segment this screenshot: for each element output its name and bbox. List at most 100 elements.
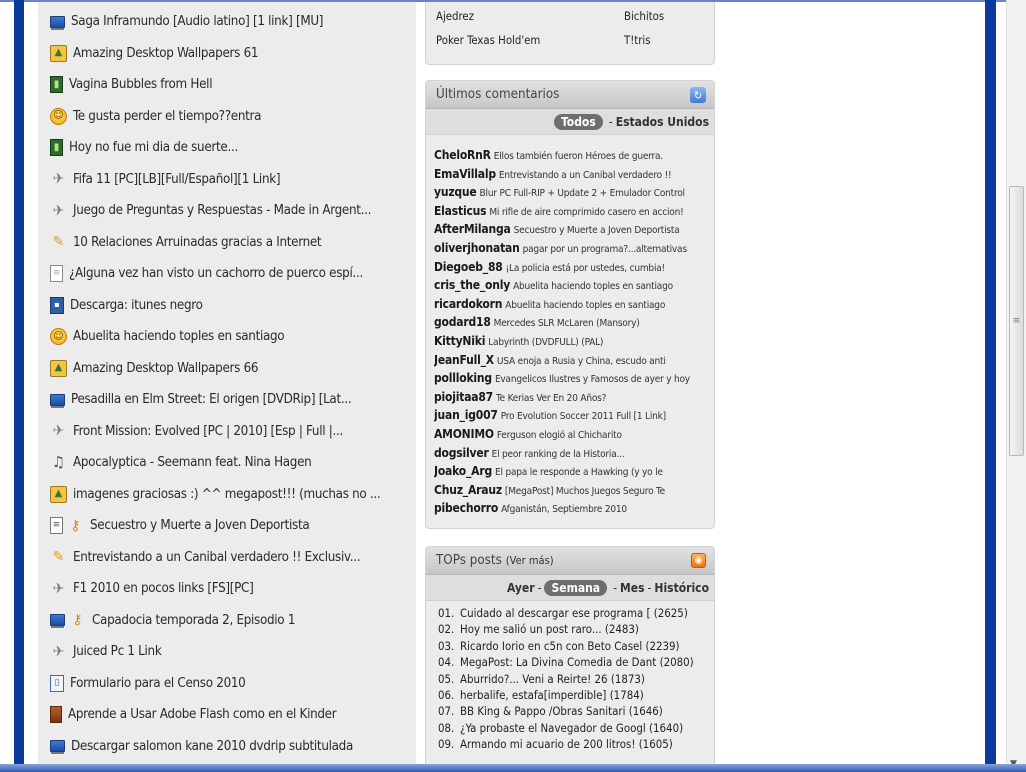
post-title-link[interactable]: Amazing Desktop Wallpapers 66 xyxy=(73,361,259,376)
comment-post-link[interactable]: Blur PC Full-RIP + Update 2 + Emulador C… xyxy=(480,188,686,199)
post-title-link[interactable]: Te gusta perder el tiempo??entra xyxy=(73,109,261,124)
post-title-link[interactable]: Secuestro y Muerte a Joven Deportista xyxy=(90,518,310,533)
comment-user-link[interactable]: dogsilver xyxy=(434,446,489,460)
filter-mes-link[interactable]: Mes xyxy=(620,581,645,595)
post-title-link[interactable]: Apocalyptica - Seemann feat. Nina Hagen xyxy=(73,455,312,470)
post-title-link[interactable]: Descarga: itunes negro xyxy=(70,298,203,313)
comment-user-link[interactable]: AMONIMO xyxy=(434,427,494,441)
post-item[interactable]: Aprende a Usar Adobe Flash como en el Ki… xyxy=(38,699,416,731)
comment-post-link[interactable]: El peor ranking de la Historia... xyxy=(492,449,625,460)
filter-semana-button[interactable]: Semana xyxy=(544,579,608,596)
post-title-link[interactable]: Juiced Pc 1 Link xyxy=(73,644,162,659)
post-title-link[interactable]: Saga Inframundo [Audio latino] [1 link] … xyxy=(71,14,323,29)
comment-user-link[interactable]: CheloRnR xyxy=(434,148,491,162)
comment-user-link[interactable]: yuzque xyxy=(434,185,477,199)
comment-post-link[interactable]: Afganistán, Septiembre 2010 xyxy=(501,504,627,515)
post-title-link[interactable]: F1 2010 en pocos links [FS][PC] xyxy=(73,581,254,596)
post-title-link[interactable]: Pesadilla en Elm Street: El origen [DVDR… xyxy=(71,392,352,407)
comment-user-link[interactable]: AfterMilanga xyxy=(434,222,511,236)
top-post-link[interactable]: herbalife, estafa[imperdible] xyxy=(460,688,606,702)
post-item[interactable]: ⚷ Capadocia temporada 2, Episodio 1 xyxy=(38,605,416,637)
post-title-link[interactable]: Fifa 11 [PC][LB][Full/Español][1 Link] xyxy=(73,172,281,187)
comment-post-link[interactable]: Ellos también fueron Héroes de guerra. xyxy=(494,151,663,162)
post-title-link[interactable]: 10 Relaciones Arruinadas gracias a Inter… xyxy=(73,235,322,250)
see-more-link[interactable]: (Ver más) xyxy=(506,554,554,567)
comment-post-link[interactable]: ¡La policia está por ustedes, cumbia! xyxy=(506,263,666,274)
post-title-link[interactable]: ¿Alguna vez han visto un cachorro de pue… xyxy=(69,266,363,281)
comment-post-link[interactable]: Secuestro y Muerte a Joven Deportista xyxy=(514,225,680,236)
filter-all-button[interactable]: Todos xyxy=(554,113,603,130)
post-title-link[interactable]: Front Mission: Evolved [PC | 2010] [Esp … xyxy=(73,424,343,439)
comment-post-link[interactable]: pagar por un programa?...alternativas xyxy=(523,244,687,255)
top-post-link[interactable]: Armando mi acuario de 200 litros! xyxy=(460,737,635,751)
post-item[interactable]: ≡ ¿Alguna vez han visto un cachorro de pu… xyxy=(38,258,416,290)
post-item[interactable]: ♫ Apocalyptica - Seemann feat. Nina Hagen xyxy=(38,447,416,479)
comment-post-link[interactable]: Te Kerias Ver En 20 Años? xyxy=(496,393,606,404)
post-item[interactable]: Pesadilla en Elm Street: El origen [DVDR… xyxy=(38,384,416,416)
comment-user-link[interactable]: Diegoeb_88 xyxy=(434,260,503,274)
top-post-link[interactable]: Cuidado al descargar ese programa [ xyxy=(460,606,650,620)
filter-ayer-link[interactable]: Ayer xyxy=(507,581,535,595)
post-item[interactable]: ✈ F1 2010 en pocos links [FS][PC] xyxy=(38,573,416,605)
post-item[interactable]: ▯ Formulario para el Censo 2010 xyxy=(38,668,416,700)
post-title-link[interactable]: Amazing Desktop Wallpapers 61 xyxy=(73,46,259,61)
top-post-link[interactable]: MegaPost: La Divina Comedia de Dant xyxy=(460,655,656,669)
post-item[interactable]: ✈ Juiced Pc 1 Link xyxy=(38,636,416,668)
post-item[interactable]: Descargar salomon kane 2010 dvdrip subti… xyxy=(38,731,416,763)
comment-user-link[interactable]: pollloking xyxy=(434,371,492,385)
comment-post-link[interactable]: Mi rifle de aire comprimido casero en ac… xyxy=(489,207,683,218)
vertical-scrollbar[interactable]: ≡ ▼ xyxy=(1006,0,1026,772)
comment-post-link[interactable]: Abuelita haciendo toples en santiago xyxy=(513,281,673,292)
comment-user-link[interactable]: EmaVillalp xyxy=(434,167,496,181)
game-link[interactable]: Ajedrez xyxy=(436,10,474,23)
top-post-link[interactable]: Aburrido?... Veni a Reirte! 26 xyxy=(460,672,608,686)
post-title-link[interactable]: Formulario para el Censo 2010 xyxy=(70,676,246,691)
comment-user-link[interactable]: cris_the_only xyxy=(434,278,510,292)
comment-user-link[interactable]: juan_ig007 xyxy=(434,408,498,422)
comment-user-link[interactable]: Elasticus xyxy=(434,204,487,218)
rss-icon[interactable]: ◉ xyxy=(691,553,706,568)
filter-historico-link[interactable]: Histórico xyxy=(654,581,709,595)
comment-user-link[interactable]: oliverjhonatan xyxy=(434,241,520,255)
post-item[interactable]: Saga Inframundo [Audio latino] [1 link] … xyxy=(38,6,416,38)
post-item[interactable]: ▲ Amazing Desktop Wallpapers 61 xyxy=(38,38,416,70)
post-item[interactable]: ✎ 10 Relaciones Arruinadas gracias a Inte… xyxy=(38,227,416,259)
post-item[interactable]: ☺ Te gusta perder el tiempo??entra xyxy=(38,101,416,133)
post-title-link[interactable]: Vagina Bubbles from Hell xyxy=(69,77,213,92)
comment-post-link[interactable]: USA enoja a Rusia y China, escudo anti xyxy=(497,356,666,367)
top-post-link[interactable]: ¿Ya probaste el Navegador de Googl xyxy=(460,721,646,735)
comment-user-link[interactable]: KittyNiki xyxy=(434,334,485,348)
game-link[interactable]: T!tris xyxy=(624,34,651,47)
post-item[interactable]: ▲ imagenes graciosas :) ^^ megapost!!! (m… xyxy=(38,479,416,511)
comment-user-link[interactable]: piojitaa87 xyxy=(434,390,493,404)
comment-post-link[interactable]: [MegaPost] Muchos Juegos Seguro Te xyxy=(505,486,665,497)
top-post-link[interactable]: BB King & Pappo /Obras Sanitari xyxy=(460,704,625,718)
comment-user-link[interactable]: JeanFull_X xyxy=(434,353,494,367)
comment-post-link[interactable]: El papa le responde a Hawking (y yo le xyxy=(495,467,663,478)
post-item[interactable]: ☺ Abuelita haciendo toples en santiago xyxy=(38,321,416,353)
comment-user-link[interactable]: pibechorro xyxy=(434,501,498,515)
comment-user-link[interactable]: ricardokorn xyxy=(434,297,502,311)
top-post-link[interactable]: Hoy me salió un post raro... xyxy=(460,622,602,636)
comment-post-link[interactable]: Evangelicos Ilustres y Famosos de ayer y… xyxy=(495,374,690,385)
comment-user-link[interactable]: godard18 xyxy=(434,315,491,329)
comment-user-link[interactable]: Joako_Arg xyxy=(434,464,492,478)
post-item[interactable]: ▮ Hoy no fue mi dia de suerte... xyxy=(38,132,416,164)
post-title-link[interactable]: Hoy no fue mi dia de suerte... xyxy=(69,140,238,155)
post-title-link[interactable]: Abuelita haciendo toples en santiago xyxy=(73,329,285,344)
game-link[interactable]: Poker Texas Hold'em xyxy=(436,34,540,47)
refresh-icon[interactable]: ↻ xyxy=(690,87,706,103)
comment-post-link[interactable]: Mercedes SLR McLaren (Mansory) xyxy=(494,318,640,329)
post-item[interactable]: ▮ Vagina Bubbles from Hell xyxy=(38,69,416,101)
scroll-thumb[interactable]: ≡ xyxy=(1009,186,1024,456)
comment-user-link[interactable]: Chuz_Arauz xyxy=(434,483,502,497)
comment-post-link[interactable]: Ferguson elogió al Chicharito xyxy=(497,430,622,441)
post-item[interactable]: ✈ Juego de Preguntas y Respuestas - Made … xyxy=(38,195,416,227)
post-title-link[interactable]: imagenes graciosas :) ^^ megapost!!! (mu… xyxy=(73,487,381,502)
top-post-link[interactable]: Ricardo Iorio en c5n con Beto Casel xyxy=(460,639,642,653)
post-item[interactable]: ▲ Amazing Desktop Wallpapers 66 xyxy=(38,353,416,385)
game-link[interactable]: Bichitos xyxy=(624,10,664,23)
comment-post-link[interactable]: Abuelita haciendo toples en santiago xyxy=(505,300,665,311)
comment-post-link[interactable]: Labyrinth (DVDFULL) (PAL) xyxy=(488,337,603,348)
post-item[interactable]: ✈ Fifa 11 [PC][LB][Full/Español][1 Link] xyxy=(38,164,416,196)
